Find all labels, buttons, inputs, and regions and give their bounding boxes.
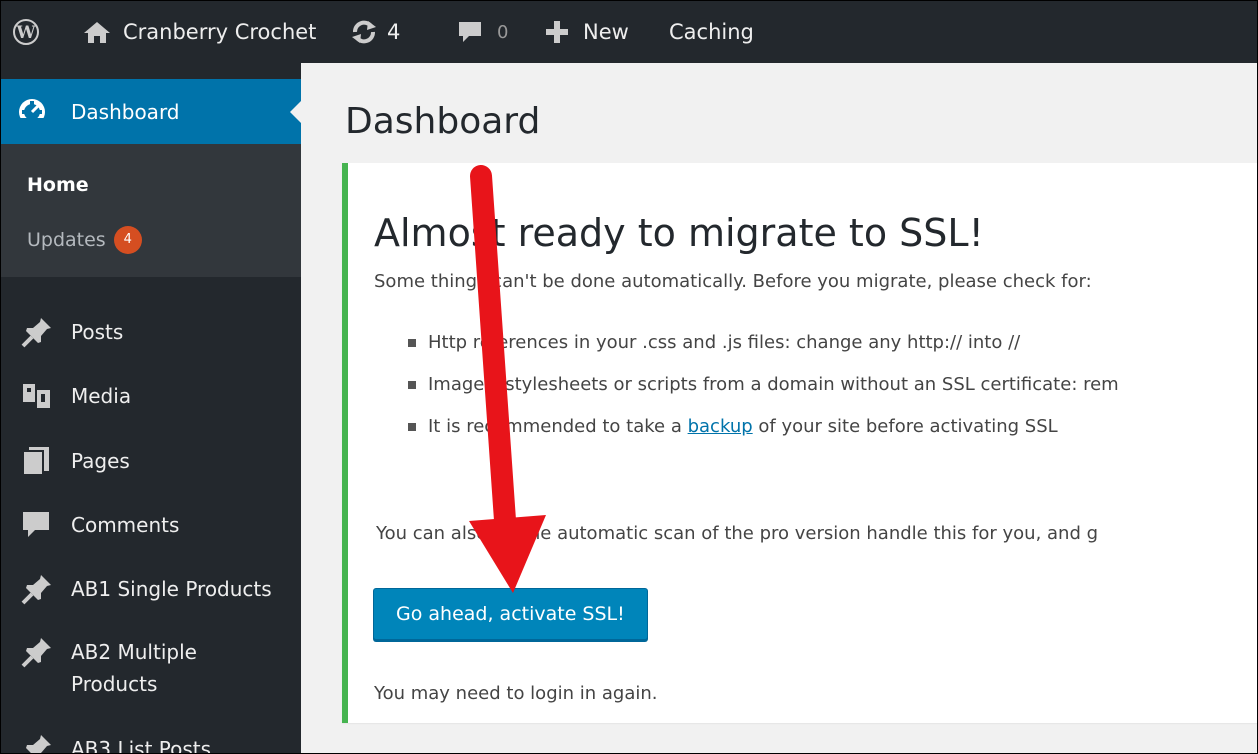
dashboard-submenu: Home Updates 4 bbox=[1, 144, 301, 277]
sidebar-item-label: AB3 List Posts bbox=[71, 737, 212, 754]
submenu-item-updates[interactable]: Updates 4 bbox=[27, 226, 142, 254]
pro-version-text: You can also let the automatic scan of t… bbox=[376, 523, 1099, 544]
list-item-text: It is recommended to take a bbox=[428, 416, 688, 437]
home-icon bbox=[83, 20, 111, 44]
media-icon bbox=[21, 380, 51, 410]
comments-link[interactable]: 0 bbox=[457, 1, 508, 63]
caching-label: Caching bbox=[669, 20, 754, 44]
pages-icon bbox=[21, 445, 51, 476]
svg-text:W: W bbox=[15, 23, 36, 43]
updates-link[interactable]: 4 bbox=[351, 1, 400, 63]
notice-heading: Almost ready to migrate to SSL! bbox=[374, 211, 984, 255]
dashboard-gauge-icon bbox=[17, 97, 47, 131]
wordpress-logo-icon[interactable]: W bbox=[13, 1, 39, 63]
comment-icon bbox=[457, 20, 483, 44]
new-content-link[interactable]: New bbox=[545, 1, 629, 63]
list-item: Images, stylesheets or scripts from a do… bbox=[408, 371, 1119, 413]
sidebar-item-label-line2: Products bbox=[71, 672, 158, 696]
site-name-link[interactable]: Cranberry Crochet bbox=[83, 1, 316, 63]
list-item: Http references in your .css and .js fil… bbox=[408, 329, 1119, 371]
sidebar-item-label: Pages bbox=[71, 449, 130, 473]
updates-icon bbox=[351, 20, 377, 44]
sidebar-item-label: AB2 Multiple Products bbox=[71, 636, 197, 700]
pin-icon bbox=[21, 316, 51, 348]
activate-ssl-button[interactable]: Go ahead, activate SSL! bbox=[373, 588, 648, 640]
update-count-badge: 4 bbox=[113, 226, 142, 254]
list-item-text: of your site before activating SSL bbox=[752, 416, 1058, 437]
sidebar-item-label: Posts bbox=[71, 320, 124, 344]
comment-icon bbox=[21, 509, 51, 539]
pin-icon bbox=[21, 636, 51, 668]
relogin-note: You may need to login in again. bbox=[374, 683, 658, 704]
admin-sidebar: Dashboard Home Updates 4 Posts Media Pag… bbox=[1, 63, 302, 754]
admin-bar: W Cranberry Crochet 4 0 New Caching bbox=[1, 1, 1257, 63]
site-name: Cranberry Crochet bbox=[123, 20, 317, 44]
checklist: Http references in your .css and .js fil… bbox=[408, 329, 1119, 455]
sidebar-item-label: Comments bbox=[71, 513, 180, 537]
pin-icon bbox=[21, 733, 51, 753]
backup-link[interactable]: backup bbox=[688, 416, 753, 437]
sidebar-item-label: Media bbox=[71, 384, 132, 408]
pin-icon bbox=[21, 573, 51, 605]
submenu-updates-label: Updates bbox=[27, 229, 106, 251]
new-label: New bbox=[583, 20, 629, 44]
screen: W Cranberry Crochet 4 0 New Caching Dash… bbox=[0, 0, 1258, 754]
sidebar-item-dashboard[interactable]: Dashboard bbox=[1, 79, 302, 144]
list-item: It is recommended to take a backup of yo… bbox=[408, 413, 1119, 455]
sidebar-item-label-line1: AB2 Multiple bbox=[71, 640, 197, 664]
main-content: Dashboard Almost ready to migrate to SSL… bbox=[301, 63, 1257, 753]
notice-intro: Some things can't be done automatically.… bbox=[374, 271, 1092, 292]
comments-count: 0 bbox=[497, 21, 509, 43]
page-title: Dashboard bbox=[345, 101, 541, 142]
caching-link[interactable]: Caching bbox=[669, 1, 754, 63]
ssl-notice: Almost ready to migrate to SSL! Some thi… bbox=[342, 163, 1257, 723]
updates-count: 4 bbox=[387, 20, 401, 44]
submenu-item-home[interactable]: Home bbox=[27, 174, 89, 196]
sidebar-item-label: Dashboard bbox=[71, 99, 180, 124]
sidebar-item-label: AB1 Single Products bbox=[71, 577, 272, 601]
plus-icon bbox=[545, 20, 569, 44]
